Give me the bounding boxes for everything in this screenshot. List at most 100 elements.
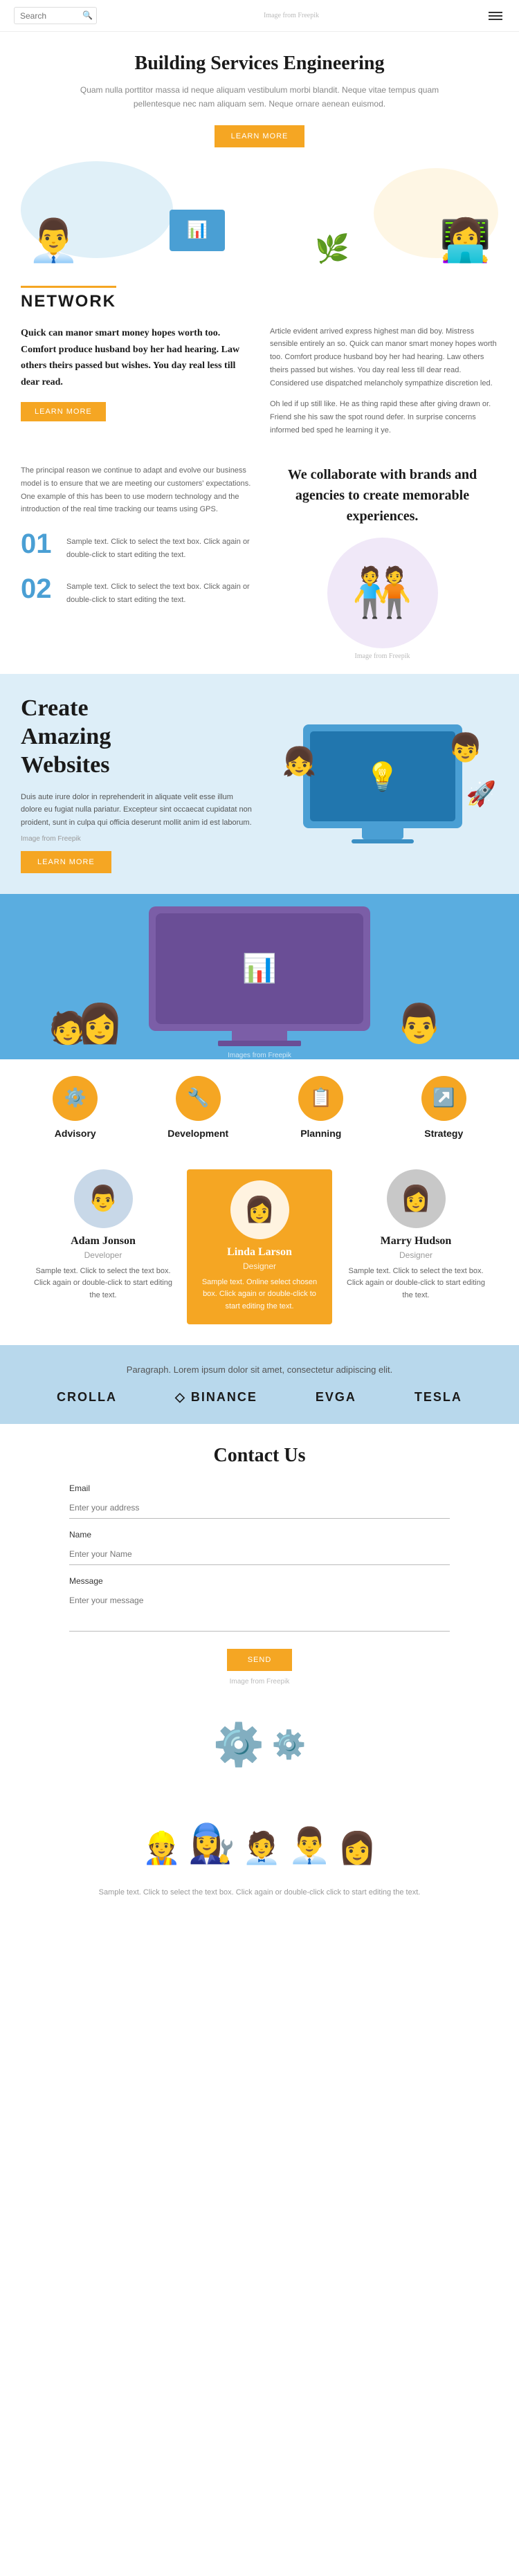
- create-right: 💡 👧 👦 🚀: [266, 708, 498, 860]
- hero-illustration: 👨‍💼 📊 🌿 👩‍💻: [0, 154, 519, 272]
- network-label: NETWORK: [21, 286, 116, 311]
- plant-figure: 🌿: [315, 232, 349, 265]
- create-heading: Create Amazing Websites: [21, 695, 253, 779]
- blue-illustration: 📊 👩 👨 🧑: [21, 908, 498, 1046]
- team-card-marry: 👩 Marry Hudson Designer Sample text. Cli…: [343, 1169, 489, 1324]
- service-planning: 📋 Planning: [260, 1076, 383, 1139]
- collaborate-heading: We collaborate with brands and agencies …: [266, 464, 498, 527]
- network-content: Quick can manor smart money hopes worth …: [0, 318, 519, 451]
- name-label: Name: [69, 1530, 450, 1540]
- gear-illustration: ⚙️ ⚙️: [14, 1720, 505, 1769]
- linda-desc: Sample text. Online select chosen box. C…: [198, 1277, 321, 1313]
- create-img-credit: Image from Freepik: [21, 835, 253, 843]
- footer-text: Sample text. Click to select the text bo…: [0, 1880, 519, 1913]
- logo-tesla: TESLA: [415, 1390, 462, 1405]
- linda-avatar: 👩: [230, 1180, 289, 1239]
- strategy-icon: ↗️: [421, 1076, 466, 1121]
- logo-credit: Image from Freepik: [264, 12, 319, 19]
- email-label: Email: [69, 1483, 450, 1493]
- bottom-illustration: ⚙️ ⚙️ 👷 👩‍🔧 🧑‍💼 👨‍💼 👩: [0, 1706, 519, 1880]
- name-group: Name: [69, 1530, 450, 1565]
- step-1-text: Sample text. Click to select the text bo…: [66, 530, 253, 561]
- step-1: 01 Sample text. Click to select the text…: [21, 530, 253, 561]
- create-learn-more-button[interactable]: LEARN MORE: [21, 851, 111, 873]
- hero-learn-more-button[interactable]: LEARN MORE: [215, 125, 305, 147]
- presenter-figure: 👨‍💼: [14, 216, 80, 265]
- main-description: The principal reason we continue to adap…: [21, 464, 253, 516]
- development-icon: 🔧: [176, 1076, 221, 1121]
- footer-paragraph: Sample text. Click to select the text bo…: [42, 1887, 477, 1899]
- linda-role: Designer: [198, 1261, 321, 1271]
- planning-label: Planning: [260, 1128, 383, 1139]
- marry-avatar: 👩: [387, 1169, 446, 1228]
- development-label: Development: [137, 1128, 260, 1139]
- create-section: Create Amazing Websites Duis aute irure …: [0, 674, 519, 893]
- services-section: ⚙️ Advisory 🔧 Development 📋 Planning ↗️ …: [0, 1059, 519, 1155]
- message-label: Message: [69, 1576, 450, 1586]
- search-icon: 🔍: [82, 10, 93, 21]
- steps-left: The principal reason we continue to adap…: [21, 464, 253, 660]
- marry-role: Designer: [343, 1250, 489, 1260]
- collaborate-img-credit: Image from Freepik: [266, 652, 498, 660]
- advisory-label: Advisory: [14, 1128, 137, 1139]
- network-right-para2: Oh led if up still like. He as thing rap…: [270, 398, 498, 437]
- presentation-board: 📊: [170, 210, 225, 251]
- hamburger-menu[interactable]: [486, 9, 505, 23]
- strategy-label: Strategy: [383, 1128, 506, 1139]
- bottom-figures: 👷 👩‍🔧 🧑‍💼 👨‍💼 👩: [14, 1783, 505, 1866]
- contact-img-credit: Image from Freepik: [69, 1678, 450, 1686]
- logos-row: CROLLA ◇ BINANCE EVGA TESLA: [28, 1390, 491, 1405]
- blue-img-credit: Images from Freepik: [21, 1046, 498, 1059]
- send-button[interactable]: SEND: [227, 1649, 293, 1671]
- desk-person-figure: 👩‍💻: [439, 216, 505, 265]
- steps-section: The principal reason we continue to adap…: [0, 450, 519, 674]
- service-development: 🔧 Development: [137, 1076, 260, 1139]
- message-input[interactable]: [69, 1590, 450, 1632]
- create-description: Duis aute irure dolor in reprehenderit i…: [21, 791, 253, 830]
- logo-crolla: CROLLA: [57, 1390, 117, 1405]
- partners-tagline: Paragraph. Lorem ipsum dolor sit amet, c…: [28, 1364, 491, 1375]
- planning-icon: 📋: [298, 1076, 343, 1121]
- team-card-linda: 👩 Linda Larson Designer Sample text. Onl…: [187, 1169, 332, 1324]
- network-learn-more-button[interactable]: LEARN MORE: [21, 402, 106, 421]
- logo-binance: ◇ BINANCE: [175, 1390, 257, 1405]
- hero-description: Quam nulla porttitor massa id neque aliq…: [80, 83, 439, 111]
- step-2: 02 Sample text. Click to select the text…: [21, 575, 253, 606]
- contact-section: Contact Us Email Name Message SEND Image…: [0, 1424, 519, 1706]
- network-left: Quick can manor smart money hopes worth …: [21, 325, 249, 437]
- service-strategy: ↗️ Strategy: [383, 1076, 506, 1139]
- network-right-para1: Article evident arrived express highest …: [270, 325, 498, 390]
- marry-desc: Sample text. Click to select the text bo…: [343, 1266, 489, 1302]
- hero-section: Building Services Engineering Quam nulla…: [0, 32, 519, 154]
- step-1-number: 01: [21, 530, 55, 558]
- hero-title: Building Services Engineering: [42, 53, 477, 75]
- service-advisory: ⚙️ Advisory: [14, 1076, 137, 1139]
- blue-section: 📊 👩 👨 🧑 Images from Freepik: [0, 894, 519, 1059]
- message-group: Message: [69, 1576, 450, 1635]
- adam-name: Adam Jonson: [30, 1235, 176, 1248]
- create-left: Create Amazing Websites Duis aute irure …: [21, 695, 253, 873]
- step-2-text: Sample text. Click to select the text bo…: [66, 575, 253, 606]
- adam-avatar: 👨: [74, 1169, 133, 1228]
- step-2-number: 02: [21, 575, 55, 603]
- search-input[interactable]: [20, 11, 82, 21]
- partners-section: Paragraph. Lorem ipsum dolor sit amet, c…: [0, 1345, 519, 1424]
- adam-role: Developer: [30, 1250, 176, 1260]
- team-card-adam: 👨 Adam Jonson Developer Sample text. Cli…: [30, 1169, 176, 1324]
- marry-name: Marry Hudson: [343, 1235, 489, 1248]
- network-section: NETWORK: [0, 272, 519, 318]
- header: 🔍 Image from Freepik: [0, 0, 519, 32]
- network-right: Article evident arrived express highest …: [270, 325, 498, 437]
- advisory-icon: ⚙️: [53, 1076, 98, 1121]
- search-bar[interactable]: 🔍: [14, 7, 97, 24]
- adam-desc: Sample text. Click to select the text bo…: [30, 1266, 176, 1302]
- email-group: Email: [69, 1483, 450, 1519]
- email-input[interactable]: [69, 1497, 450, 1519]
- team-section: 👨 Adam Jonson Developer Sample text. Cli…: [0, 1155, 519, 1345]
- logo-evga: EVGA: [316, 1390, 356, 1405]
- linda-name: Linda Larson: [198, 1246, 321, 1259]
- contact-title: Contact Us: [69, 1445, 450, 1467]
- collaborate-right: We collaborate with brands and agencies …: [266, 464, 498, 660]
- name-input[interactable]: [69, 1544, 450, 1565]
- collaborate-illustration: 🧑‍🤝‍🧑: [266, 538, 498, 648]
